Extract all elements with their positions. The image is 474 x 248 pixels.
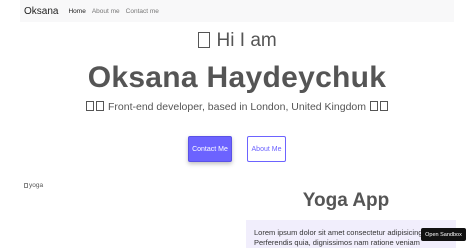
nav-link-home[interactable]: Home — [68, 8, 85, 15]
hero-greeting-text: Hi I am — [216, 30, 277, 51]
hero-greeting: Hi I am — [0, 30, 474, 52]
emoji-placeholder-icon — [198, 32, 211, 48]
hero-subtitle: Front-end developer, based in London, Un… — [0, 100, 474, 114]
project-title: Yoga App — [302, 190, 390, 211]
nav-link-contact[interactable]: Contact me — [126, 8, 159, 15]
emoji-placeholder-icon — [86, 101, 95, 111]
hero-subtitle-text: Front-end developer, based in London, Un… — [107, 101, 366, 113]
project-description-line: Lorem ipsum dolor sit amet consectetur a… — [254, 228, 435, 237]
contact-me-button[interactable]: Contact Me — [188, 136, 232, 162]
project-image: yoga — [24, 182, 43, 189]
brand-link[interactable]: Oksana — [24, 6, 58, 17]
emoji-placeholder-icon — [369, 101, 378, 111]
broken-image-icon — [24, 183, 28, 188]
nav-link-about[interactable]: About me — [92, 8, 120, 15]
emoji-placeholder-icon — [379, 101, 388, 111]
navbar: Oksana Home About me Contact me — [20, 0, 454, 22]
page: Oksana Home About me Contact me Hi I am … — [0, 0, 474, 248]
open-sandbox-button[interactable]: Open Sandbox — [421, 228, 466, 241]
hero-name: Oksana Haydeychuk — [87, 61, 387, 94]
about-me-button[interactable]: About Me — [247, 136, 286, 162]
emoji-placeholder-icon — [96, 101, 105, 111]
project-description-line: Perferendis quia, dignissimos nam ration… — [254, 238, 420, 247]
project-image-alt: yoga — [29, 182, 44, 189]
